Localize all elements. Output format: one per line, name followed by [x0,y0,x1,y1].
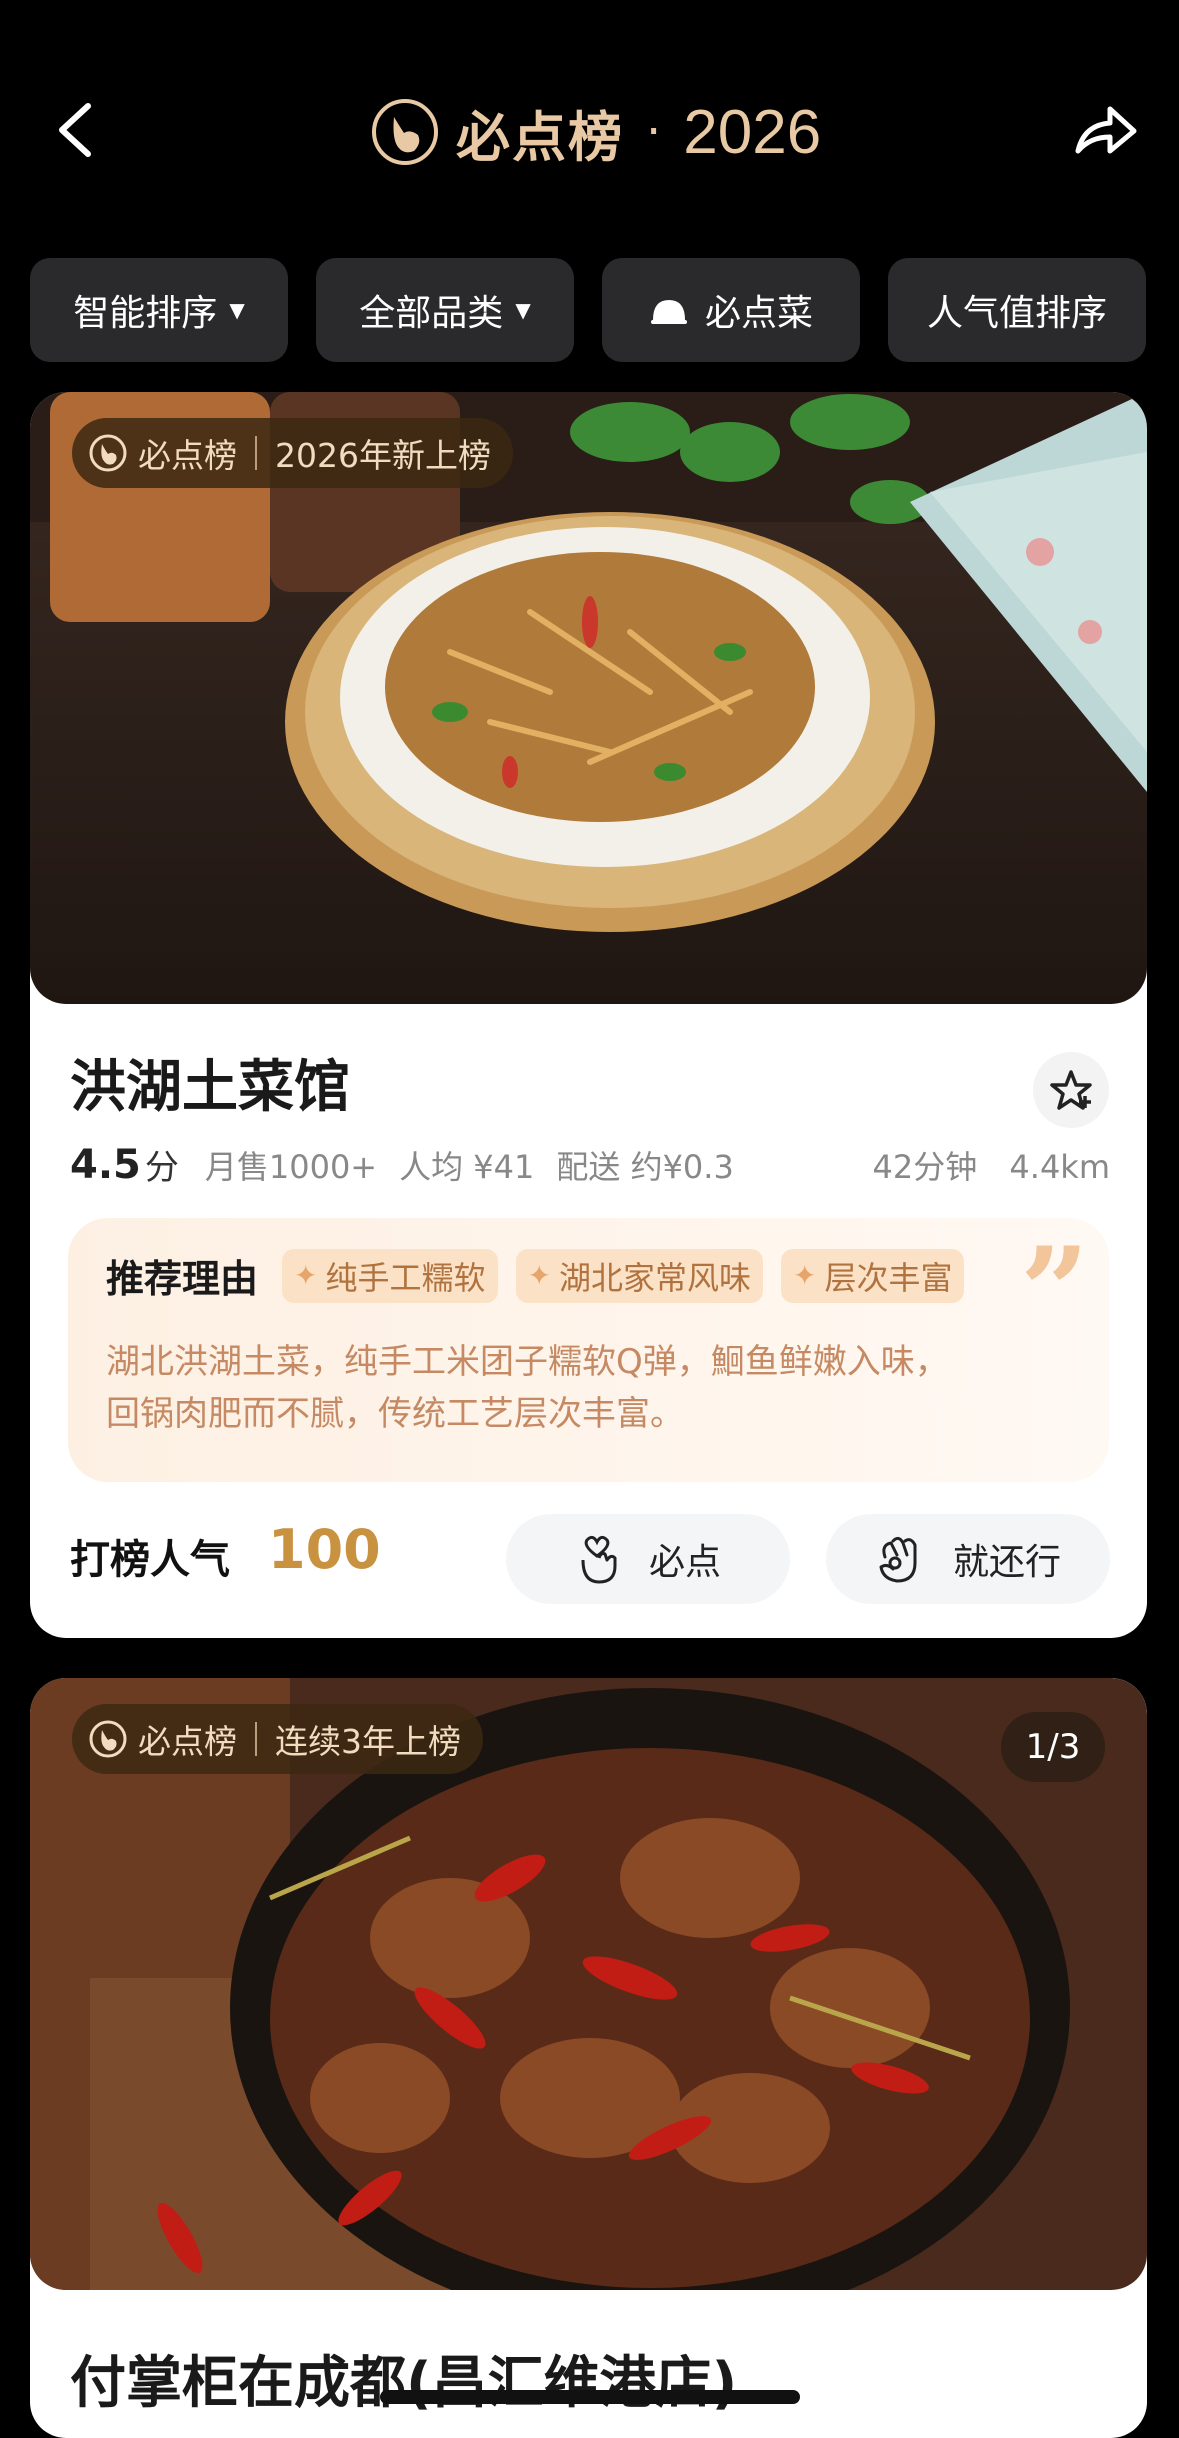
popularity-value: 100 [268,1518,381,1581]
caret-down-icon: ▼ [515,298,531,322]
recommendation-tag: ✦ 纯手工糯软 [282,1248,498,1303]
monthly-sales: 月售1000+ [204,1147,378,1186]
filter-bar: 智能排序 ▼ 全部品类 ▼ 必点菜 人气值排序 [30,258,1146,362]
sparkle-icon: ✦ [527,1259,551,1292]
delivery-time: 42分钟 [872,1147,978,1186]
filter-category[interactable]: 全部品类 ▼ [316,258,574,362]
filter-label: 必点菜 [704,293,813,334]
filter-label: 智能排序 [73,293,218,334]
just-ok-button[interactable]: 就还行 [826,1514,1110,1604]
recommendation-header: 推荐理由 ✦ 纯手工糯软 ✦ 湖北家常风味 ✦ 层次丰富 [106,1248,965,1303]
thumb-logo-icon [372,99,438,165]
home-indicator[interactable] [380,2390,800,2404]
tag-label: 层次丰富 [824,1258,953,1297]
just-ok-label: 就还行 [952,1542,1061,1583]
delivery-info: 42分钟 4.4km [851,1142,1111,1188]
tag-label: 湖北家常风味 [558,1258,751,1297]
tag-label: 纯手工糯软 [325,1258,486,1297]
recommendation-tag: ✦ 湖北家常风味 [515,1248,763,1303]
quote-icon: ” [1019,1221,1089,1362]
badge-brand: 必点榜 [138,1722,237,1761]
top-header: 必点榜 · 2026 智能排序 ▼ 全部品类 ▼ 必点菜 人气值排序 [0,0,1179,362]
sparkle-icon: ✦ [294,1259,318,1292]
recommendation-title: 推荐理由 [106,1257,259,1301]
restaurant-name[interactable]: 洪湖土菜馆 [70,1042,350,1123]
dish-photo[interactable]: 必点榜 2026年新上榜 [30,392,1147,1004]
badge-text: 2026年新上榜 [275,436,491,475]
recommendation-text: 湖北洪湖土菜，纯手工米团子糯软Q弹，鮰鱼鲜嫩入味， 回锅肉肥而不腻，传统工艺层次… [106,1336,1066,1440]
delivery-fee: 配送 约¥0.3 [556,1147,734,1186]
filter-smart-sort[interactable]: 智能排序 ▼ [30,258,288,362]
distance: 4.4km [1009,1147,1110,1186]
must-order-button[interactable]: 必点 [506,1514,790,1604]
restaurant-meta: 4.5 分 月售1000+ 人均 ¥41 配送 约¥0.3 42分钟 4.4km [70,1140,1110,1189]
favorite-button[interactable] [1033,1052,1109,1128]
caret-down-icon: ▼ [229,298,245,322]
hand-heart-icon [581,1535,617,1584]
filter-popularity-sort[interactable]: 人气值排序 [888,258,1146,362]
badge-divider [255,436,257,470]
chevron-left-icon[interactable] [50,100,100,160]
hand-ok-icon [879,1536,917,1583]
brand-name: 必点榜 [456,105,624,169]
recommendation-line: 回锅肉肥而不腻，传统工艺层次丰富。 [106,1394,684,1434]
page-title: 必点榜 · 2026 [370,92,821,172]
title-year: 2026 [683,97,822,167]
recommendation-box: 推荐理由 ✦ 纯手工糯软 ✦ 湖北家常风味 ✦ 层次丰富 ” 湖北洪湖土菜，纯手… [68,1218,1109,1482]
star-outline-icon [1050,1070,1092,1110]
filter-label: 人气值排序 [926,293,1107,334]
badge-text: 连续3年上榜 [275,1722,461,1761]
average-price: 人均 ¥41 [399,1147,535,1186]
dish-photo[interactable]: 必点榜 连续3年上榜 1/3 [30,1678,1147,2290]
cloche-icon [650,300,687,324]
share-arrow-icon[interactable] [1070,95,1140,165]
badge-divider [255,1722,257,1756]
title-separator: · [646,104,662,160]
ranking-badge: 必点榜 连续3年上榜 [72,1704,483,1774]
filter-label: 全部品类 [359,293,504,334]
rating-unit: 分 [144,1148,179,1188]
photo-pager: 1/3 [1001,1712,1105,1782]
sparkle-icon: ✦ [792,1259,817,1292]
filter-must-dish[interactable]: 必点菜 [602,258,860,362]
must-order-label: 必点 [648,1542,721,1583]
recommendation-line: 湖北洪湖土菜，纯手工米团子糯软Q弹，鮰鱼鲜嫩入味， [106,1342,949,1382]
popularity-label: 打榜人气 [70,1537,230,1583]
rating-score: 4.5 [70,1141,141,1188]
restaurant-name[interactable]: 付掌柜在成都(昌汇维港店) [70,2338,737,2419]
ranking-badge: 必点榜 2026年新上榜 [72,418,513,488]
restaurant-card[interactable]: 必点榜 2026年新上榜 洪湖土菜馆 4.5 分 月售1000+ 人均 ¥41 … [30,392,1147,1638]
restaurant-card[interactable]: 必点榜 连续3年上榜 1/3 付掌柜在成都(昌汇维港店) [30,1678,1147,2438]
thumb-logo-icon [89,1720,127,1758]
recommendation-tag: ✦ 层次丰富 [780,1248,965,1303]
thumb-logo-icon [89,434,127,472]
badge-brand: 必点榜 [138,436,237,475]
